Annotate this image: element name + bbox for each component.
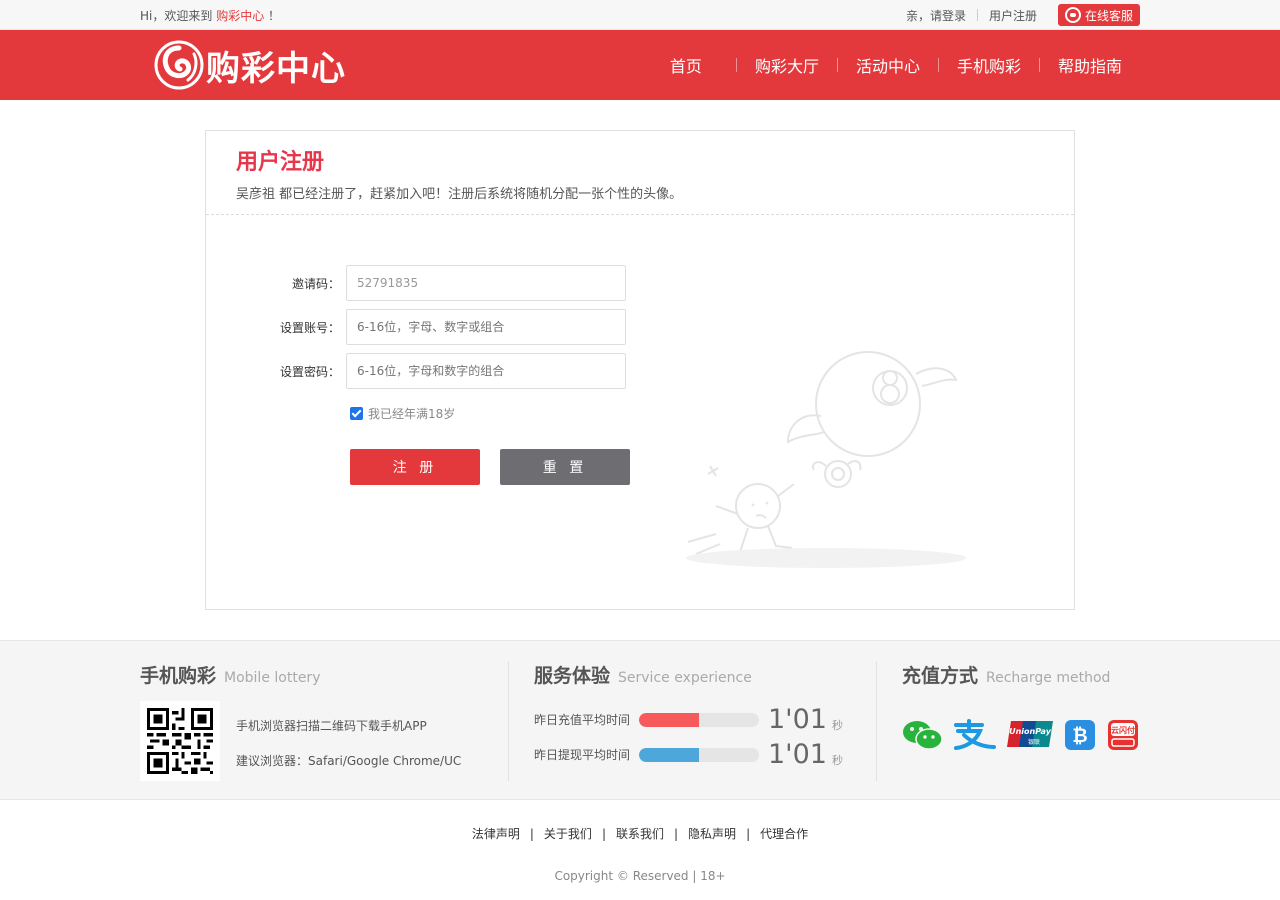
main-header: 购彩中心 首页 购彩大厅 活动中心 手机购彩 帮助指南 [0,30,1280,100]
nav-item-help[interactable]: 帮助指南 [1040,53,1140,77]
recharge-time-bar [639,712,759,727]
withdraw-time-bar [639,747,759,762]
footer-link-about[interactable]: 关于我们 [544,827,592,841]
recharge-time-label: 昨日充值平均时间 [534,713,631,727]
top-bar: Hi，欢迎来到 购彩中心 ！ 亲，请登录 用户注册 在线客服 [0,0,1280,30]
reset-button[interactable]: 重 置 [500,449,630,485]
footer-link-separator: | [746,827,751,841]
wechat-pay-icon [902,719,944,751]
service-title-en: Service experience [618,670,752,686]
copyright: Copyright © Reserved | 18+ [554,869,726,883]
withdraw-time-row: 昨日提现平均时间 1'01 秒 [534,739,843,770]
invite-row: 邀请码： [206,265,630,301]
unionpay-cn-label: 银联 [1028,738,1040,746]
footer-link-separator: | [529,827,534,841]
alipay-icon [952,719,996,751]
recharge-title-en: Recharge method [986,670,1111,686]
register-button[interactable]: 注 册 [350,449,480,485]
nav-item-activities[interactable]: 活动中心 [838,53,938,77]
register-link[interactable]: 用户注册 [989,7,1037,24]
recharge-title-cn: 充值方式 [902,665,979,687]
footer-link-legal[interactable]: 法律声明 [472,827,520,841]
online-service-button[interactable]: 在线客服 [1058,4,1140,26]
service-title-cn: 服务体验 [534,665,611,687]
withdraw-time-bar-fill [639,747,699,762]
qr-code-icon [147,708,213,774]
welcome-prefix: Hi，欢迎来到 [140,8,213,23]
account-label: 设置账号： [279,320,340,335]
column-divider [876,661,877,781]
recharge-time-row: 昨日充值平均时间 1'01 秒 [534,704,843,735]
footer-link-contact[interactable]: 联系我们 [616,827,664,841]
footer-info-section: 手机购彩 Mobile lottery 手机浏览器扫描二维码下载手机APP 建议浏… [0,640,1280,800]
logo-text: 购彩中心 [206,48,346,89]
welcome-brand-link[interactable]: 购彩中心 [216,9,264,23]
browser-suggestion: 建议浏览器：Safari/Google Chrome/UC [236,754,462,768]
invite-label: 邀请码： [291,276,340,291]
mobile-title-cn: 手机购彩 [140,665,217,687]
login-link[interactable]: 亲，请登录 [906,7,966,24]
mobile-lottery-title: 手机购彩 Mobile lottery [140,661,320,688]
svg-text:₿: ₿ [1072,725,1087,747]
logo-swirl-icon [154,40,204,90]
cloud-quickpass-icon: 云闪付 [1107,719,1139,751]
welcome-suffix: ！ [268,8,281,23]
withdraw-time-value: 1'01 [768,739,827,770]
footer-links: 法律声明 | 关于我们 | 联系我们 | 隐私声明 | 代理合作 [0,825,1280,842]
unionpay-label: UnionPay [1009,727,1052,736]
column-divider [508,661,509,781]
register-subtitle: 吴彦祖 都已经注册了，赶紧加入吧！注册后系统将随机分配一张个性的头像。 [236,187,683,202]
age-agree: 我已经年满18岁 [350,405,630,422]
cloudpay-label: 云闪付 [1111,725,1135,735]
withdraw-time-label: 昨日提现平均时间 [534,748,631,762]
recharge-time-bar-fill [639,712,699,727]
register-panel-header: 用户注册 吴彦祖 都已经注册了，赶紧加入吧！注册后系统将随机分配一张个性的头像。 [206,131,1074,215]
password-row: 设置密码： [206,353,630,389]
online-service-label: 在线客服 [1084,8,1133,23]
main-nav: 首页 购彩大厅 活动中心 手机购彩 帮助指南 [652,30,1140,100]
nav-item-mobile[interactable]: 手机购彩 [939,53,1039,77]
footer-link-separator: | [674,827,679,841]
account-input[interactable] [346,309,626,345]
register-panel: 用户注册 吴彦祖 都已经注册了，赶紧加入吧！注册后系统将随机分配一张个性的头像。… [205,130,1075,610]
age-checkbox[interactable] [350,407,363,420]
nav-item-lottery-hall[interactable]: 购彩大厅 [737,53,837,77]
site-logo[interactable]: 购彩中心 [154,40,346,90]
footer-link-separator: | [601,827,606,841]
invite-code-input[interactable] [346,265,626,301]
recharge-time-unit: 秒 [831,718,843,732]
password-input[interactable] [346,353,626,389]
unionpay-icon: UnionPay 银联 [1007,719,1053,749]
withdraw-time-unit: 秒 [831,753,843,767]
top-divider [976,9,978,21]
recharge-time-value: 1'01 [768,704,827,735]
password-label: 设置密码： [279,364,340,379]
form-buttons: 注 册 重 置 [350,449,630,485]
headset-icon [1064,7,1081,23]
mascot-illustration-icon [686,351,966,568]
mobile-title-en: Mobile lottery [224,670,321,686]
page-title: 用户注册 [236,150,325,175]
service-title: 服务体验 Service experience [534,661,752,688]
nav-item-home[interactable]: 首页 [652,53,736,77]
recharge-title: 充值方式 Recharge method [902,661,1110,688]
footer-link-agent[interactable]: 代理合作 [760,827,808,841]
qr-instruction: 手机浏览器扫描二维码下载手机APP [236,719,427,733]
bitcoin-icon: ₿ [1064,719,1096,751]
welcome-text: Hi，欢迎来到 购彩中心 ！ [140,7,280,24]
footer-link-privacy[interactable]: 隐私声明 [688,827,736,841]
register-form: 邀请码： 设置账号： 设置密码： 我已经年满18岁 注 册 重 置 [206,265,630,485]
app-qr-code [140,701,220,781]
account-row: 设置账号： [206,309,630,345]
age-agree-label: 我已经年满18岁 [368,407,456,421]
